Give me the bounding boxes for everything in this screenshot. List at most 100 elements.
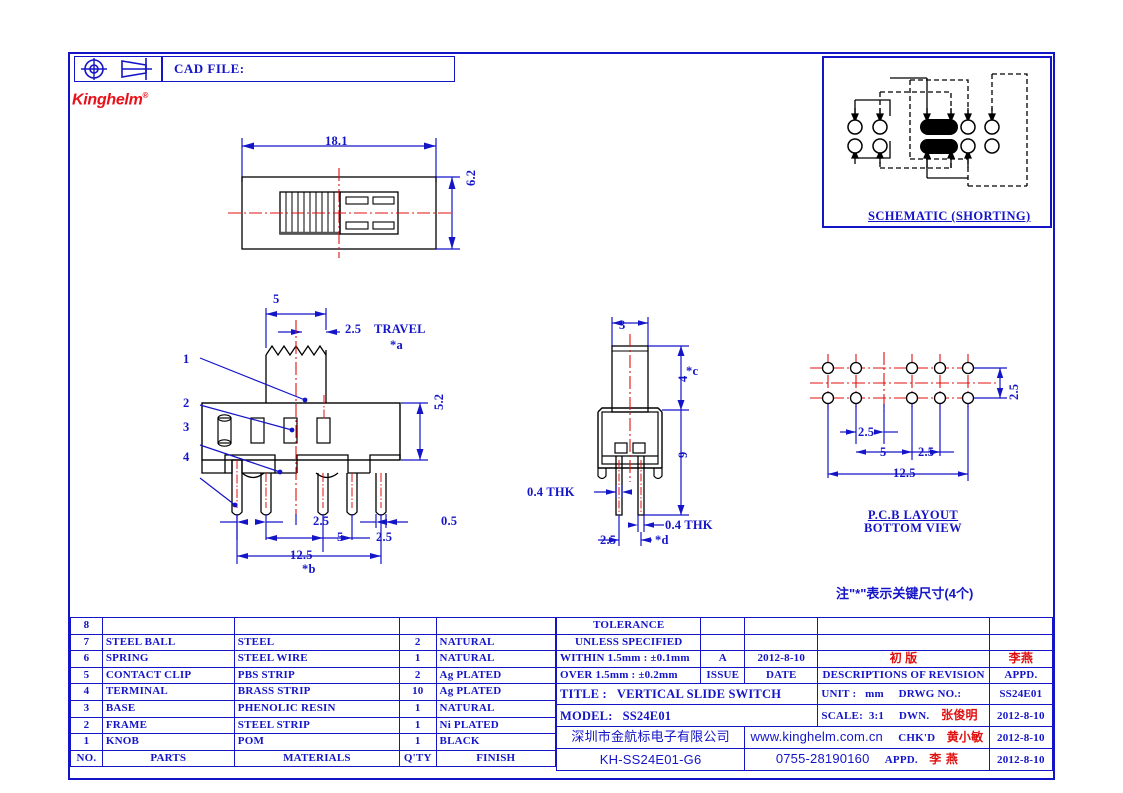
cell-parts — [101, 617, 235, 635]
cell-materials — [233, 617, 400, 635]
cell-qty: 1 — [398, 716, 437, 735]
blank-cell — [700, 617, 746, 635]
balloon-3: 3 — [183, 420, 190, 434]
phone-cell: 0755-28190160 APPD. 李 燕 — [744, 748, 990, 772]
front-overall-dim: 12.5 — [290, 548, 313, 562]
cell-qty: 1 — [398, 699, 437, 718]
table-row: 8 — [70, 617, 557, 635]
revision-label: DESCRIPTIONS OF REVISION — [817, 666, 990, 685]
top-view-drawing — [228, 138, 460, 258]
table-row: 4 TERMINAL BRASS STRIP 10 Ag PLATED — [70, 683, 557, 701]
cell-qty: 2 — [398, 666, 437, 685]
unit-value: mm — [865, 688, 884, 701]
cell-no: 2 — [70, 716, 103, 735]
cell-no: 4 — [70, 683, 103, 701]
drawing-sheet: CAD FILE: Kinghelm® SCHEMATIC (SHORTING)… — [0, 0, 1123, 793]
cell-materials: PBS STRIP — [233, 666, 400, 685]
side-knob-star: *c — [686, 364, 699, 378]
critical-dimension-note: 注"*"表示关键尺寸(4个) — [836, 586, 974, 601]
cell-parts: BASE — [101, 699, 235, 718]
issue-value: A — [700, 650, 746, 668]
cad-file-label: CAD FILE: — [174, 61, 245, 76]
model-row: MODEL: SS24E01 SCALE: 3:1 DWN. 张俊明 2012-… — [555, 704, 1054, 728]
table-row: 1 KNOB POM 1 BLACK — [70, 733, 557, 751]
cell-finish: NATURAL — [435, 633, 557, 652]
dwn-date: 2012-8-10 — [988, 704, 1054, 728]
model-value: SS24E01 — [622, 708, 672, 723]
cell-qty: 1 — [398, 650, 437, 668]
header-no: NO. — [70, 749, 103, 768]
tolerance-title: TOLERANCE — [555, 617, 702, 635]
side-total-height-dim: 9 — [676, 451, 690, 458]
cell-finish: Ni PLATED — [435, 716, 557, 735]
date-label: DATE — [744, 666, 819, 685]
side-thk-left-dim: 0.4 THK — [527, 485, 575, 499]
table-row: 2 FRAME STEEL STRIP 1 Ni PLATED — [70, 716, 557, 735]
registered-mark: ® — [142, 91, 149, 100]
front-travel-label: TRAVEL — [374, 322, 426, 336]
cell-finish: Ag PLATED — [435, 683, 557, 701]
schematic-diagram — [847, 73, 1028, 187]
appd-name: 李 燕 — [929, 752, 959, 767]
cell-materials: BRASS STRIP — [233, 683, 400, 701]
part-number: KH-SS24E01-G6 — [555, 748, 746, 772]
tolerance-subtitle: UNLESS SPECIFIED — [555, 633, 702, 652]
cell-no: 8 — [70, 617, 103, 635]
top-view-width-dim: 18.1 — [325, 134, 348, 148]
pcb-caption-line2: BOTTOM VIEW — [863, 521, 963, 535]
front-travel-dim: 2.5 — [345, 322, 362, 336]
cell-no: 1 — [70, 733, 103, 751]
issue-label: ISSUE — [700, 666, 746, 685]
header-parts: PARTS — [101, 749, 235, 768]
blank-cell — [988, 633, 1054, 652]
table-header-row: NO. PARTS MATERIALS Q'TY FINISH — [70, 749, 557, 768]
side-knob-width-dim: 3 — [619, 318, 626, 332]
parts-table: 8 7 STEEL BALL STEEL 2 NATURAL 6 SPRING … — [70, 617, 557, 768]
company-row: 深圳市金航标电子有限公司 www.kinghelm.com.cn CHK'D 黄… — [555, 726, 1054, 750]
balloon-2: 2 — [183, 396, 190, 410]
tolerance-row-1: TOLERANCE — [555, 617, 1054, 635]
drwg-value: SS24E01 — [988, 683, 1054, 706]
front-overall-star: *b — [302, 562, 316, 576]
header-finish: FINISH — [435, 749, 557, 768]
phone-number: 0755-28190160 — [775, 751, 870, 767]
revision-value: 初 版 — [817, 650, 990, 668]
table-row: 6 SPRING STEEL WIRE 1 NATURAL — [70, 650, 557, 668]
appd-date: 2012-8-10 — [988, 748, 1054, 772]
front-pitch3-dim: 2.5 — [376, 530, 393, 544]
dwn-label: DWN. — [898, 710, 930, 723]
drawing-title: TITLE : VERTICAL SLIDE SWITCH — [555, 683, 819, 706]
balloon-1: 1 — [183, 352, 190, 366]
pcb-pitch1-dim: 2.5 — [858, 425, 875, 439]
appd-top-label: APPD. — [988, 666, 1054, 685]
appd-label: APPD. — [884, 754, 918, 767]
top-view-height-dim: 6.2 — [464, 169, 478, 186]
table-row: 3 BASE PHENOLIC RESIN 1 NATURAL — [70, 699, 557, 718]
pcb-layout-drawing — [810, 352, 1007, 481]
title-row: TITLE : VERTICAL SLIDE SWITCH UNIT : mm … — [555, 683, 1054, 706]
tolerance-within-row: WITHIN 1.5mm : ±0.1mm A 2012-8-10 初 版 李燕 — [555, 650, 1054, 668]
model-label: MODEL: — [560, 708, 613, 723]
dwn-name: 张俊明 — [941, 708, 978, 723]
blank-cell — [744, 617, 819, 635]
cell-qty: 10 — [398, 683, 437, 701]
website[interactable]: www.kinghelm.com.cn — [751, 729, 883, 744]
schematic-caption: SCHEMATIC (SHORTING) — [868, 209, 1031, 223]
pcb-row-pitch-dim: 2.5 — [1007, 383, 1021, 400]
issue-date: 2012-8-10 — [744, 650, 819, 668]
pcb-overall-dim: 12.5 — [893, 466, 916, 480]
pcb-caption: P.C.B LAYOUT BOTTOM VIEW — [848, 509, 978, 535]
cell-materials: STEEL — [233, 633, 400, 652]
brand-text: Kinghelm — [72, 91, 143, 109]
chkd-name: 黄小敏 — [946, 730, 984, 745]
cell-parts: SPRING — [101, 650, 235, 668]
appd-top-name: 李燕 — [988, 650, 1054, 668]
side-thk-right-dim: 0.4 THK — [665, 518, 713, 532]
drwg-label: DRWG NO.: — [898, 688, 962, 701]
blank-cell — [817, 633, 990, 652]
header-materials: MATERIALS — [233, 749, 400, 768]
tolerance-over-row: OVER 1.5mm : ±0.2mm ISSUE DATE DESCRIPTI… — [555, 666, 1054, 685]
blank-cell — [744, 633, 819, 652]
title-label: TITLE : — [560, 687, 607, 702]
front-knob-width-dim: 5 — [273, 292, 280, 306]
